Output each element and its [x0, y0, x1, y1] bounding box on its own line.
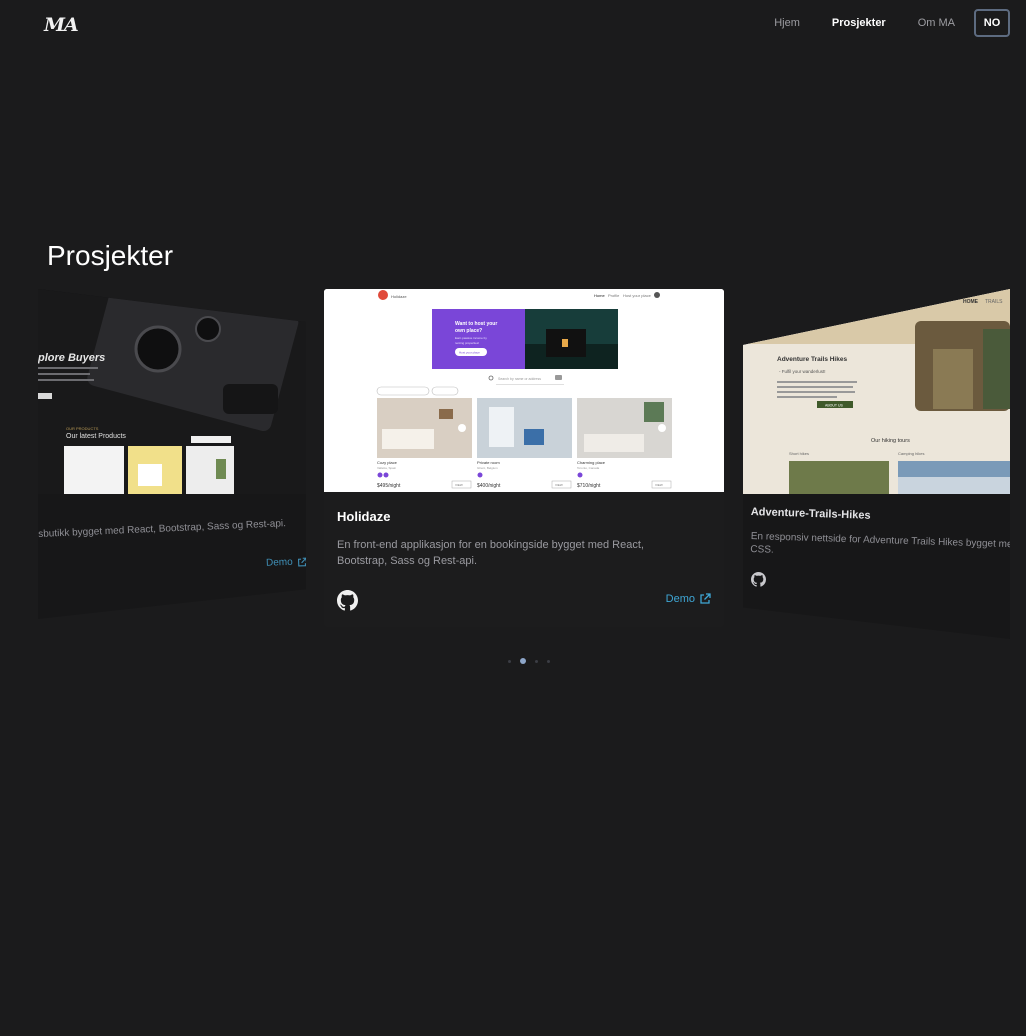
- svg-text:Holidaze: Holidaze: [391, 294, 407, 299]
- svg-text:OUR PRODUCTS: OUR PRODUCTS: [66, 426, 99, 431]
- project-screenshot: HOME TRAILS Adventure Trails Hikes - Ful…: [743, 289, 1010, 494]
- project-card-next[interactable]: HOME TRAILS Adventure Trails Hikes - Ful…: [743, 289, 1010, 639]
- demo-label: Demo: [265, 556, 293, 569]
- demo-label: Demo: [665, 593, 695, 605]
- carousel-dot-active[interactable]: [520, 658, 526, 664]
- svg-text:Private room: Private room: [477, 460, 500, 465]
- svg-text:Host your place: Host your place: [623, 293, 652, 298]
- svg-text:Home: Home: [594, 293, 605, 298]
- github-icon[interactable]: [751, 572, 766, 587]
- carousel-pagination: [508, 658, 559, 664]
- svg-text:Camping hikes: Camping hikes: [898, 451, 924, 456]
- svg-text:Want to host your: Want to host your: [455, 321, 497, 327]
- svg-text:$495/night: $495/night: [377, 483, 401, 489]
- svg-text:renting properties!: renting properties!: [455, 341, 479, 345]
- svg-text:$710/night: $710/night: [577, 483, 601, 489]
- svg-text:Valletta, Spain: Valletta, Spain: [377, 466, 396, 470]
- project-description: En responsiv nettside for Adventure Trai…: [750, 530, 1019, 556]
- svg-text:Cozy place: Cozy place: [377, 460, 398, 465]
- main-nav: Hjem Prosjekter Om MA NO: [742, 9, 1010, 37]
- project-screenshot: Holidaze Home Profile Host your place Wa…: [324, 289, 724, 492]
- project-title: Adventure-Trails-Hikes: [750, 506, 871, 522]
- svg-text:Ghent, Belgium: Ghent, Belgium: [477, 466, 498, 470]
- nav-link-home[interactable]: Hjem: [774, 17, 800, 29]
- store-mockup-image: plore Buyers OUR PRODUCTS Our latest Pro…: [38, 289, 306, 494]
- nav-link-about[interactable]: Om MA: [918, 17, 955, 29]
- svg-text:VIEW: VIEW: [455, 483, 463, 487]
- svg-text:Host your place: Host your place: [459, 351, 480, 355]
- svg-text:ABOUT US: ABOUT US: [825, 404, 843, 408]
- svg-text:$400/night: $400/night: [477, 483, 501, 489]
- svg-text:TRAILS: TRAILS: [985, 299, 1003, 305]
- svg-text:own place?: own place?: [455, 328, 482, 334]
- carousel-dot[interactable]: [508, 659, 511, 663]
- site-header: MA Hjem Prosjekter Om MA NO: [0, 0, 1026, 50]
- svg-text:Earn passive income by: Earn passive income by: [455, 336, 487, 340]
- nav-link-projects[interactable]: Prosjekter: [832, 17, 886, 29]
- site-logo[interactable]: MA: [44, 14, 79, 36]
- language-toggle-button[interactable]: NO: [974, 9, 1010, 37]
- carousel-dot[interactable]: [535, 659, 538, 663]
- section-title: Prosjekter: [47, 240, 174, 271]
- github-icon[interactable]: [337, 590, 358, 611]
- project-description: sbutikk bygget med React, Bootstrap, Sas…: [38, 518, 287, 540]
- svg-text:Short hikes: Short hikes: [789, 451, 809, 456]
- svg-text:VIEW: VIEW: [655, 483, 663, 487]
- holidaze-mockup-image: Holidaze Home Profile Host your place Wa…: [324, 289, 724, 492]
- svg-text:plore Buyers: plore Buyers: [38, 352, 105, 364]
- project-card-previous[interactable]: plore Buyers OUR PRODUCTS Our latest Pro…: [38, 289, 306, 619]
- external-link-icon: [297, 557, 306, 566]
- svg-text:Profile: Profile: [608, 293, 620, 298]
- svg-text:Adventure Trails Hikes: Adventure Trails Hikes: [777, 356, 847, 363]
- project-description: En front-end applikasjon for en bookings…: [337, 539, 644, 567]
- svg-text:- Fulfil your wanderlust!: - Fulfil your wanderlust!: [779, 369, 826, 374]
- svg-text:VIEW: VIEW: [555, 483, 563, 487]
- project-title: Holidaze: [337, 509, 391, 524]
- hiking-mockup-image: HOME TRAILS Adventure Trails Hikes - Ful…: [743, 289, 1010, 494]
- svg-text:Search by name or address: Search by name or address: [498, 377, 541, 381]
- svg-text:Toronto, Canada: Toronto, Canada: [577, 466, 600, 470]
- svg-text:HOME: HOME: [963, 299, 979, 305]
- project-card-holidaze[interactable]: Holidaze Home Profile Host your place Wa…: [324, 289, 724, 627]
- svg-text:Charming place: Charming place: [577, 460, 606, 465]
- external-link-icon: [700, 593, 711, 604]
- svg-text:Our hiking tours: Our hiking tours: [871, 438, 910, 444]
- demo-link[interactable]: Demo: [265, 556, 306, 569]
- project-screenshot: plore Buyers OUR PRODUCTS Our latest Pro…: [38, 289, 306, 494]
- carousel-dot[interactable]: [547, 659, 550, 663]
- demo-link[interactable]: Demo: [666, 593, 711, 605]
- svg-text:Our latest Products: Our latest Products: [66, 433, 126, 440]
